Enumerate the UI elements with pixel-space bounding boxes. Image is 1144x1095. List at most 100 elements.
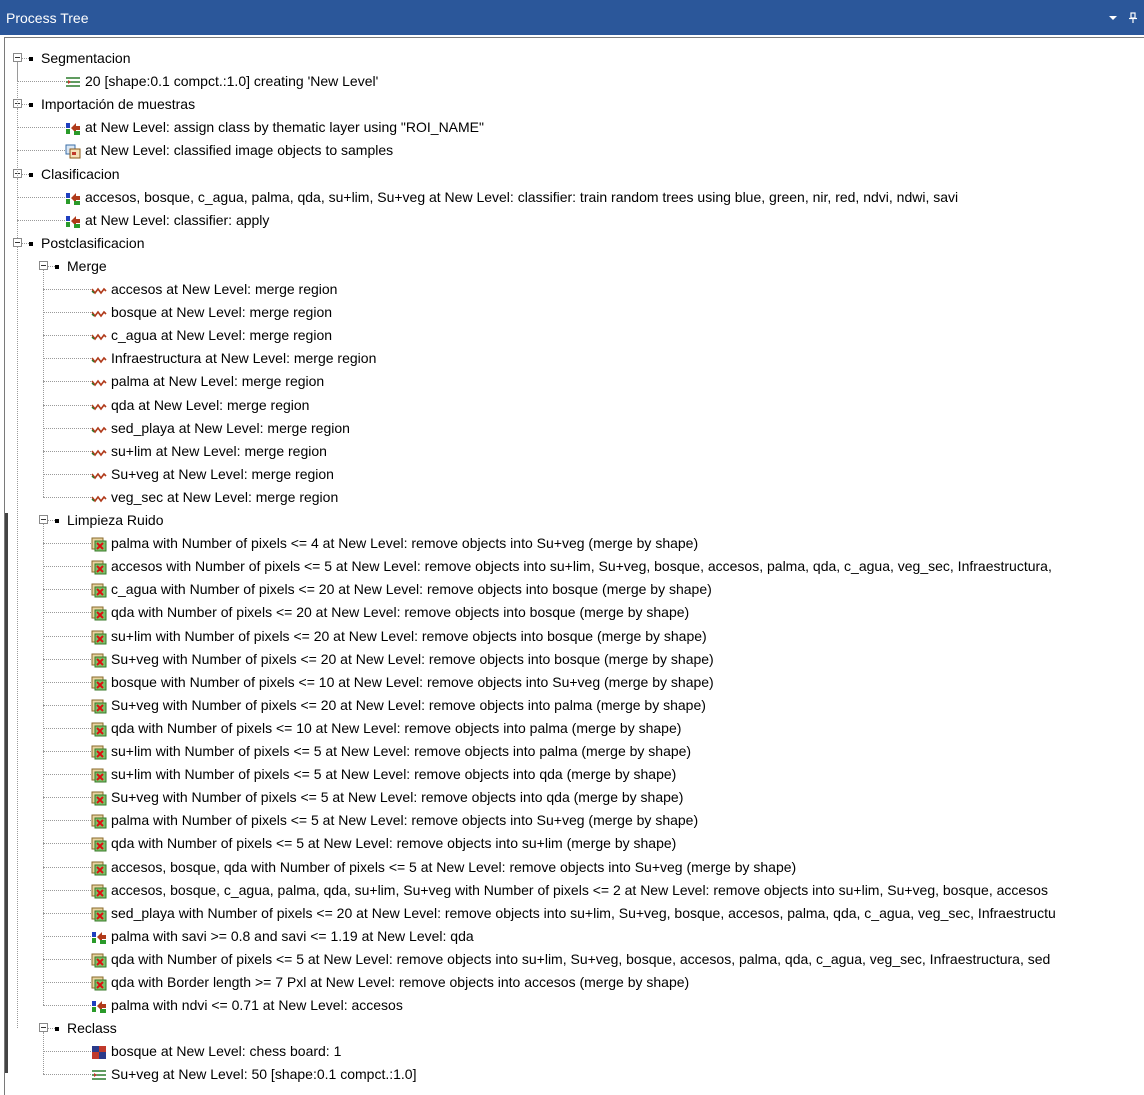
tree-item-row[interactable]: Su+veg at New Level: 50 [shape:0.1 compc… [5, 1063, 1144, 1086]
tree-item-row[interactable]: palma with ndvi <= 0.71 at New Level: ac… [5, 994, 1144, 1017]
tree-item-row[interactable]: veg_sec at New Level: merge region [5, 486, 1144, 509]
tree-item-row[interactable]: bosque at New Level: chess board: 1 [5, 1040, 1144, 1063]
tree-group-row[interactable]: Clasificacion [5, 163, 1144, 186]
tree-item-row[interactable]: Su+veg with Number of pixels <= 20 at Ne… [5, 648, 1144, 671]
collapse-toggle-icon[interactable] [39, 260, 48, 270]
tree-item-label: palma with Number of pixels <= 4 at New … [111, 535, 699, 552]
tree-item-row[interactable]: palma with savi >= 0.8 and savi <= 1.19 … [5, 925, 1144, 948]
merge-region-icon [91, 398, 107, 413]
segmentation-icon [65, 74, 81, 89]
tree-item-row[interactable]: accesos at New Level: merge region [5, 278, 1144, 301]
process-tree-panel[interactable]: Segmentacion 20 [shape:0.1 compct.:1.0] c… [4, 37, 1144, 1095]
tree-item-row[interactable]: Infraestructura at New Level: merge regi… [5, 347, 1144, 370]
tree-connector [43, 1005, 91, 1007]
tree-item-label: su+lim with Number of pixels <= 5 at New… [111, 743, 692, 759]
remove-objects-icon [91, 952, 107, 968]
tree-connector [17, 246, 18, 1029]
tree-connector [17, 62, 18, 238]
tree-group-row[interactable]: Limpieza Ruido [5, 509, 1144, 532]
tree-item-row[interactable]: accesos, bosque, c_agua, palma, qda, su+… [5, 879, 1144, 902]
tree-connector [48, 265, 55, 267]
tree-item-label: Su+veg with Number of pixels <= 5 at New… [111, 789, 684, 806]
tree-item-label: palma with savi >= 0.8 and savi <= 1.19 … [111, 927, 474, 944]
tree-item-row[interactable]: palma with Number of pixels <= 4 at New … [5, 532, 1144, 555]
tree-item-row[interactable]: at New Level: classifier: apply [5, 209, 1144, 232]
tree-connector [43, 612, 91, 614]
tree-item-label: sed_playa with Number of pixels <= 20 at… [111, 904, 1056, 921]
tree-item-row[interactable]: bosque with Number of pixels <= 10 at Ne… [5, 671, 1144, 694]
tree-item-row[interactable]: Su+veg with Number of pixels <= 5 at New… [5, 786, 1144, 809]
merge-region-icon [91, 282, 107, 297]
tree-item-label: Su+veg with Number of pixels <= 20 at Ne… [111, 650, 714, 667]
tree-item-row[interactable]: accesos, bosque, qda with Number of pixe… [5, 856, 1144, 879]
tree-group-row[interactable]: Merge [5, 255, 1144, 278]
pin-icon[interactable] [1124, 9, 1142, 27]
tree-connector [43, 912, 91, 914]
tree-item-row[interactable]: qda with Number of pixels <= 20 at New L… [5, 601, 1144, 624]
collapse-toggle-icon[interactable] [13, 237, 22, 247]
bullet-icon [29, 103, 33, 108]
tree-item-row[interactable]: palma at New Level: merge region [5, 370, 1144, 393]
chevron-down-icon[interactable] [1104, 9, 1122, 27]
tree-item-label: Su+veg at New Level: merge region [111, 465, 334, 482]
tree-item-row[interactable]: Su+veg with Number of pixels <= 20 at Ne… [5, 694, 1144, 717]
bullet-icon [29, 57, 33, 61]
tree-item-row[interactable]: at New Level: classified image objects t… [5, 139, 1144, 162]
tree-item-label: accesos at New Level: merge region [111, 281, 338, 297]
samples-icon [65, 143, 81, 159]
tree-item-row[interactable]: qda with Number of pixels <= 5 at New Le… [5, 948, 1144, 971]
tree-item-row[interactable]: qda at New Level: merge region [5, 394, 1144, 417]
tree-connector [43, 381, 91, 383]
tree-item-label: Infraestructura at New Level: merge regi… [111, 350, 377, 367]
tree-item-row[interactable]: at New Level: assign class by thematic l… [5, 116, 1144, 139]
tree-connector [43, 427, 91, 429]
tree-connector [43, 404, 91, 406]
merge-region-icon [91, 444, 107, 459]
tree-item-label: 20 [shape:0.1 compct.:1.0] creating 'New… [85, 73, 379, 90]
tree-item-label: Su+veg at New Level: 50 [shape:0.1 compc… [111, 1066, 417, 1083]
tree-item-label: Su+veg with Number of pixels <= 20 at Ne… [111, 696, 706, 713]
tree-connector [22, 242, 29, 244]
tree-item-row[interactable]: su+lim with Number of pixels <= 5 at New… [5, 763, 1144, 786]
remove-objects-icon [91, 605, 107, 621]
segmentation-icon [91, 1067, 107, 1082]
tree-item-row[interactable]: sed_playa with Number of pixels <= 20 at… [5, 902, 1144, 925]
tree-group-row[interactable]: Reclass [5, 1017, 1144, 1040]
tree-connector [17, 196, 65, 198]
tree-item-row[interactable]: qda with Number of pixels <= 5 at New Le… [5, 832, 1144, 855]
collapse-toggle-icon[interactable] [39, 1023, 48, 1033]
collapse-toggle-icon[interactable] [13, 53, 22, 62]
tree-item-row[interactable]: accesos with Number of pixels <= 5 at Ne… [5, 555, 1144, 578]
tree-item-label: veg_sec at New Level: merge region [111, 488, 339, 505]
tree-item-label: accesos, bosque, qda with Number of pixe… [111, 858, 797, 875]
collapse-toggle-icon[interactable] [39, 515, 48, 524]
tree-item-row[interactable]: c_agua with Number of pixels <= 20 at Ne… [5, 578, 1144, 601]
tree-item-row[interactable]: su+lim with Number of pixels <= 5 at New… [5, 740, 1144, 763]
tree-item-row[interactable]: sed_playa at New Level: merge region [5, 417, 1144, 440]
tree-connector [43, 866, 91, 868]
tree-item-row[interactable]: su+lim at New Level: merge region [5, 440, 1144, 463]
tree-group-label: Segmentacion [41, 50, 131, 66]
tree-item-row[interactable]: su+lim with Number of pixels <= 20 at Ne… [5, 625, 1144, 648]
bullet-icon [55, 1027, 59, 1032]
tree-item-row[interactable]: c_agua at New Level: merge region [5, 324, 1144, 347]
tree-item-row[interactable]: palma with Number of pixels <= 5 at New … [5, 809, 1144, 832]
tree-connector [43, 566, 91, 568]
merge-region-icon [91, 421, 107, 436]
tree-connector [22, 58, 29, 59]
tree-item-row[interactable]: 20 [shape:0.1 compct.:1.0] creating 'New… [5, 70, 1144, 93]
assign-class-icon [91, 929, 107, 944]
tree-item-row[interactable]: accesos, bosque, c_agua, palma, qda, su+… [5, 186, 1144, 209]
tree-item-label: c_agua at New Level: merge region [111, 327, 333, 344]
tree-connector [43, 289, 91, 290]
tree-group-row[interactable]: Importación de muestras [5, 93, 1144, 116]
assign-class-icon [65, 120, 81, 136]
tree-item-label: qda with Number of pixels <= 10 at New L… [111, 719, 682, 736]
tree-group-row[interactable]: Segmentacion [5, 47, 1144, 70]
tree-group-row[interactable]: Postclasificacion [5, 232, 1144, 255]
tree-item-row[interactable]: qda with Border length >= 7 Pxl at New L… [5, 971, 1144, 994]
tree-item-row[interactable]: Su+veg at New Level: merge region [5, 463, 1144, 486]
tree-item-row[interactable]: qda with Number of pixels <= 10 at New L… [5, 717, 1144, 740]
tree-item-label: at New Level: classified image objects t… [85, 142, 394, 159]
tree-item-row[interactable]: bosque at New Level: merge region [5, 301, 1144, 324]
